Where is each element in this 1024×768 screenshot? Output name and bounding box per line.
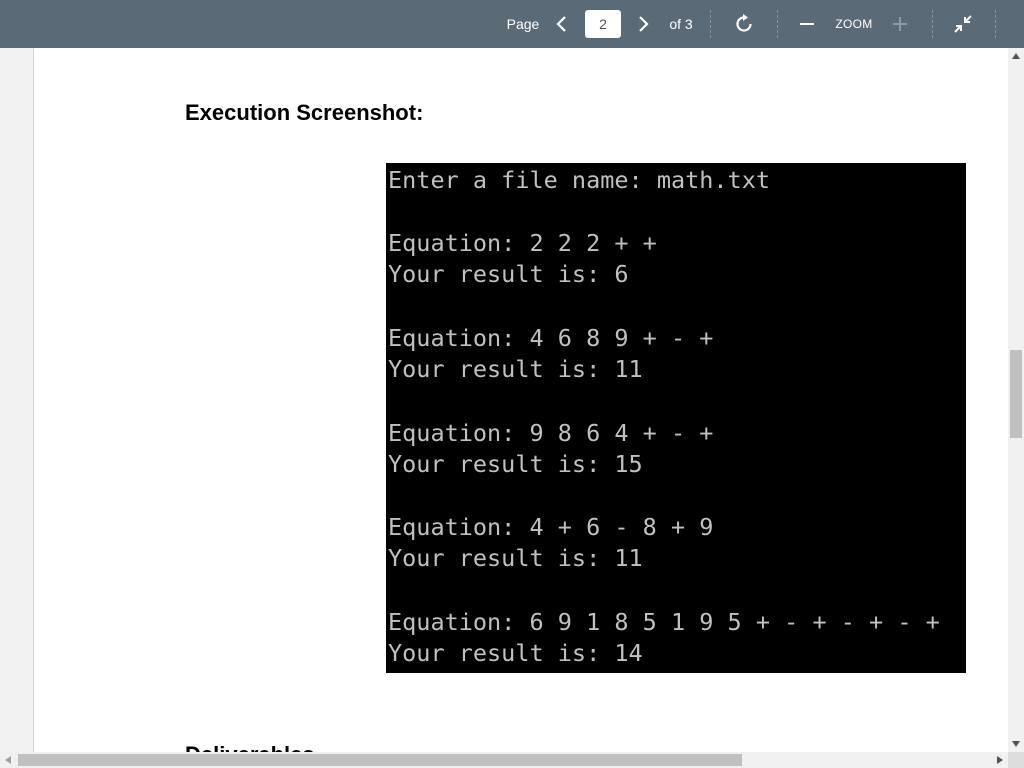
- page-label: Page: [506, 16, 540, 32]
- console-line: Your result is: 11: [388, 355, 643, 383]
- horizontal-scrollbar[interactable]: [0, 752, 1008, 768]
- console-line: Equation: 9 8 6 4 + - +: [388, 419, 714, 447]
- chevron-right-icon: [639, 16, 649, 32]
- rotate-button[interactable]: [729, 0, 759, 48]
- vertical-scrollbar[interactable]: [1008, 48, 1024, 752]
- rotate-icon: [736, 14, 752, 32]
- minus-icon: [800, 23, 814, 25]
- scroll-up-button[interactable]: [1008, 48, 1024, 64]
- arrow-left-icon: [5, 756, 11, 764]
- arrow-right-icon: [997, 756, 1003, 764]
- toolbar-divider: [710, 10, 711, 38]
- section-heading: Execution Screenshot:: [185, 100, 424, 125]
- exit-fullscreen-button[interactable]: [948, 0, 978, 48]
- zoom-label: ZOOM: [835, 17, 873, 31]
- document-page: Execution Screenshot: Enter a file name:…: [33, 48, 1008, 752]
- arrow-up-icon: [1012, 53, 1020, 59]
- console-line: Equation: 4 6 8 9 + - +: [388, 324, 714, 352]
- console-line: Your result is: 6: [388, 260, 629, 288]
- document-viewer[interactable]: Execution Screenshot: Enter a file name:…: [0, 48, 1008, 752]
- previous-page-button[interactable]: [549, 0, 573, 48]
- toolbar-divider: [777, 10, 778, 38]
- scroll-down-button[interactable]: [1008, 736, 1024, 752]
- zoom-in-button[interactable]: [888, 0, 912, 48]
- page-number-input[interactable]: [585, 10, 621, 38]
- page-count-label: of 3: [669, 16, 693, 32]
- console-line: Equation: 4 + 6 - 8 + 9: [388, 513, 714, 541]
- console-line: Your result is: 15: [388, 450, 643, 478]
- scroll-right-button[interactable]: [992, 752, 1008, 768]
- toolbar-divider: [932, 10, 933, 38]
- pdf-toolbar: Page of 3 ZOOM: [0, 0, 1024, 48]
- console-line: Equation: 2 2 2 + +: [388, 229, 657, 257]
- chevron-left-icon: [556, 16, 566, 32]
- console-screenshot: Enter a file name: math.txt Equation: 2 …: [386, 163, 966, 673]
- scrollbar-corner: [1008, 752, 1024, 768]
- horizontal-scroll-thumb[interactable]: [18, 754, 742, 766]
- console-line: Your result is: 14: [388, 639, 643, 667]
- console-line: Your result is: 11: [388, 544, 643, 572]
- console-line: Enter a file name: math.txt: [388, 166, 771, 194]
- arrow-down-icon: [1012, 741, 1020, 747]
- plus-icon: [893, 17, 907, 31]
- console-line: Equation: 6 9 1 8 5 1 9 5 + - + - + - +: [388, 608, 940, 636]
- collapse-icon: [954, 15, 972, 33]
- vertical-scroll-thumb[interactable]: [1010, 350, 1022, 438]
- scroll-left-button[interactable]: [0, 752, 16, 768]
- zoom-out-button[interactable]: [795, 0, 819, 48]
- next-page-button[interactable]: [632, 0, 656, 48]
- next-section-heading: Deliverables: [185, 742, 315, 752]
- toolbar-divider: [995, 10, 996, 38]
